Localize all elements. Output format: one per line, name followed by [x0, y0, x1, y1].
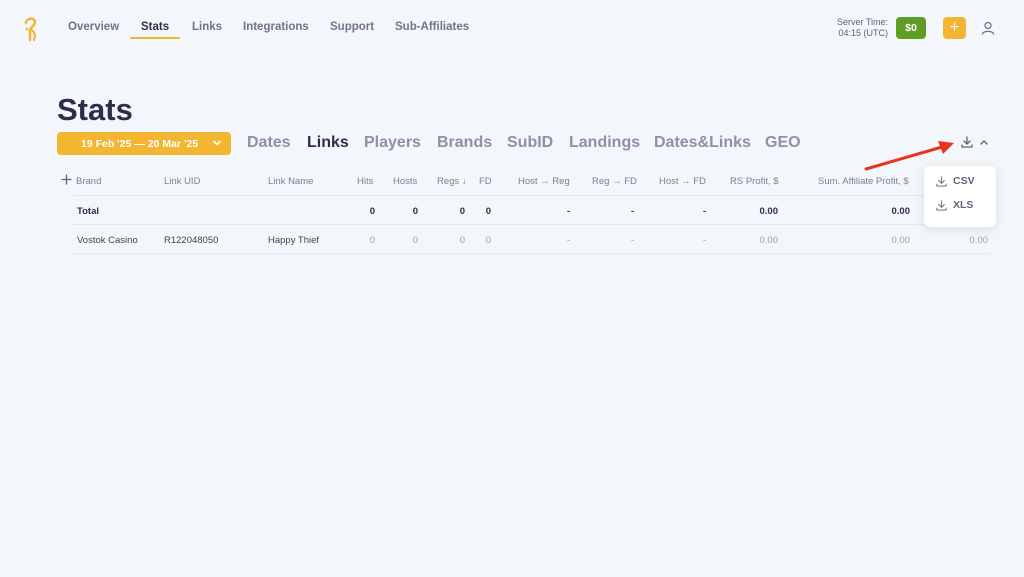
total-reg-fd: -: [630, 206, 634, 217]
export-csv-label: CSV: [953, 175, 975, 187]
export-xls-label: XLS: [953, 199, 974, 211]
cell-reg-fd: -: [630, 235, 634, 246]
download-icon[interactable]: [961, 136, 973, 148]
cell-brand: Vostok Casino: [77, 235, 138, 246]
cell-hits: 0: [369, 235, 375, 246]
column-header-reg-fd[interactable]: Reg → FD: [592, 176, 637, 187]
download-icon: [936, 199, 947, 211]
column-header-brand[interactable]: Brand: [76, 176, 101, 187]
column-header-host-fd[interactable]: Host → FD: [659, 176, 706, 187]
balance-button[interactable]: $0: [896, 17, 926, 39]
cell-hosts: 0: [412, 235, 418, 246]
active-nav-indicator: [130, 37, 180, 39]
server-time: Server Time: 04:15 (UTC): [837, 17, 888, 39]
divider: [74, 224, 989, 225]
divider: [74, 195, 989, 196]
cell-host-fd: -: [702, 235, 706, 246]
tab-dates-links[interactable]: Dates&Links: [654, 134, 751, 152]
total-fd: 0: [485, 206, 491, 217]
column-header-link-name[interactable]: Link Name: [268, 176, 313, 187]
tab-players[interactable]: Players: [364, 134, 421, 152]
column-header-fd[interactable]: FD: [479, 176, 492, 187]
total-hosts: 0: [412, 206, 418, 217]
cell-extra-value: 0.00: [969, 235, 989, 246]
column-header-hosts[interactable]: Hosts: [393, 176, 417, 187]
server-time-label: Server Time:: [836, 17, 888, 27]
total-label: Total: [77, 206, 99, 217]
column-header-sum-affiliate-profit[interactable]: Sum. Affiliate Profit, $: [818, 176, 909, 187]
column-header-regs[interactable]: Regs ↓: [437, 176, 467, 187]
date-range-value: 19 Feb '25 — 20 Mar '25: [81, 137, 199, 150]
chevron-up-icon[interactable]: [979, 138, 989, 146]
server-time-value: 04:15 (UTC): [838, 28, 888, 38]
date-range-picker[interactable]: 19 Feb '25 — 20 Mar '25: [57, 132, 231, 155]
cell-host-reg: -: [566, 235, 570, 246]
column-header-host-reg[interactable]: Host → Reg: [518, 176, 570, 187]
total-rs-profit: 0.00: [759, 206, 779, 217]
add-button[interactable]: +: [943, 17, 966, 39]
export-xls-option[interactable]: XLS: [936, 198, 973, 212]
top-navigation: Overview Stats Links Integrations Suppor…: [0, 0, 1024, 56]
tab-brands[interactable]: Brands: [437, 134, 492, 152]
nav-item-overview[interactable]: Overview: [68, 21, 119, 33]
tab-geo[interactable]: GEO: [765, 134, 801, 152]
divider: [74, 253, 989, 254]
tab-links[interactable]: Links: [307, 134, 349, 152]
chevron-down-icon: [213, 140, 221, 146]
page-title: Stats: [57, 92, 133, 127]
cell-sum-affiliate-profit: 0.00: [891, 235, 911, 246]
total-host-reg: -: [566, 206, 570, 217]
tab-subid[interactable]: SubID: [507, 134, 553, 152]
nav-item-integrations[interactable]: Integrations: [243, 21, 309, 33]
nav-item-links[interactable]: Links: [192, 21, 222, 33]
export-dropdown: CSV XLS: [924, 166, 996, 227]
cell-rs-profit: 0.00: [759, 235, 779, 246]
brand-logo-icon[interactable]: [22, 16, 40, 42]
user-icon[interactable]: [981, 21, 995, 35]
plus-icon[interactable]: [61, 174, 72, 185]
total-hits: 0: [369, 206, 375, 217]
export-csv-option[interactable]: CSV: [936, 174, 975, 188]
column-header-hits[interactable]: Hits: [357, 176, 373, 187]
nav-item-stats[interactable]: Stats: [141, 21, 169, 33]
tab-landings[interactable]: Landings: [569, 134, 640, 152]
column-header-link-uid[interactable]: Link UID: [164, 176, 200, 187]
nav-item-support[interactable]: Support: [330, 21, 374, 33]
cell-fd: 0: [485, 235, 491, 246]
column-header-rs-profit[interactable]: RS Profit, $: [730, 176, 779, 187]
nav-item-sub-affiliates[interactable]: Sub-Affiliates: [395, 21, 469, 33]
total-sum-affiliate-profit: 0.00: [891, 206, 911, 217]
total-host-fd: -: [702, 206, 706, 217]
cell-link-uid: R122048050: [164, 235, 219, 246]
cell-link-name: Happy Thief: [268, 235, 320, 246]
tab-dates[interactable]: Dates: [247, 134, 291, 152]
download-icon: [936, 175, 947, 187]
